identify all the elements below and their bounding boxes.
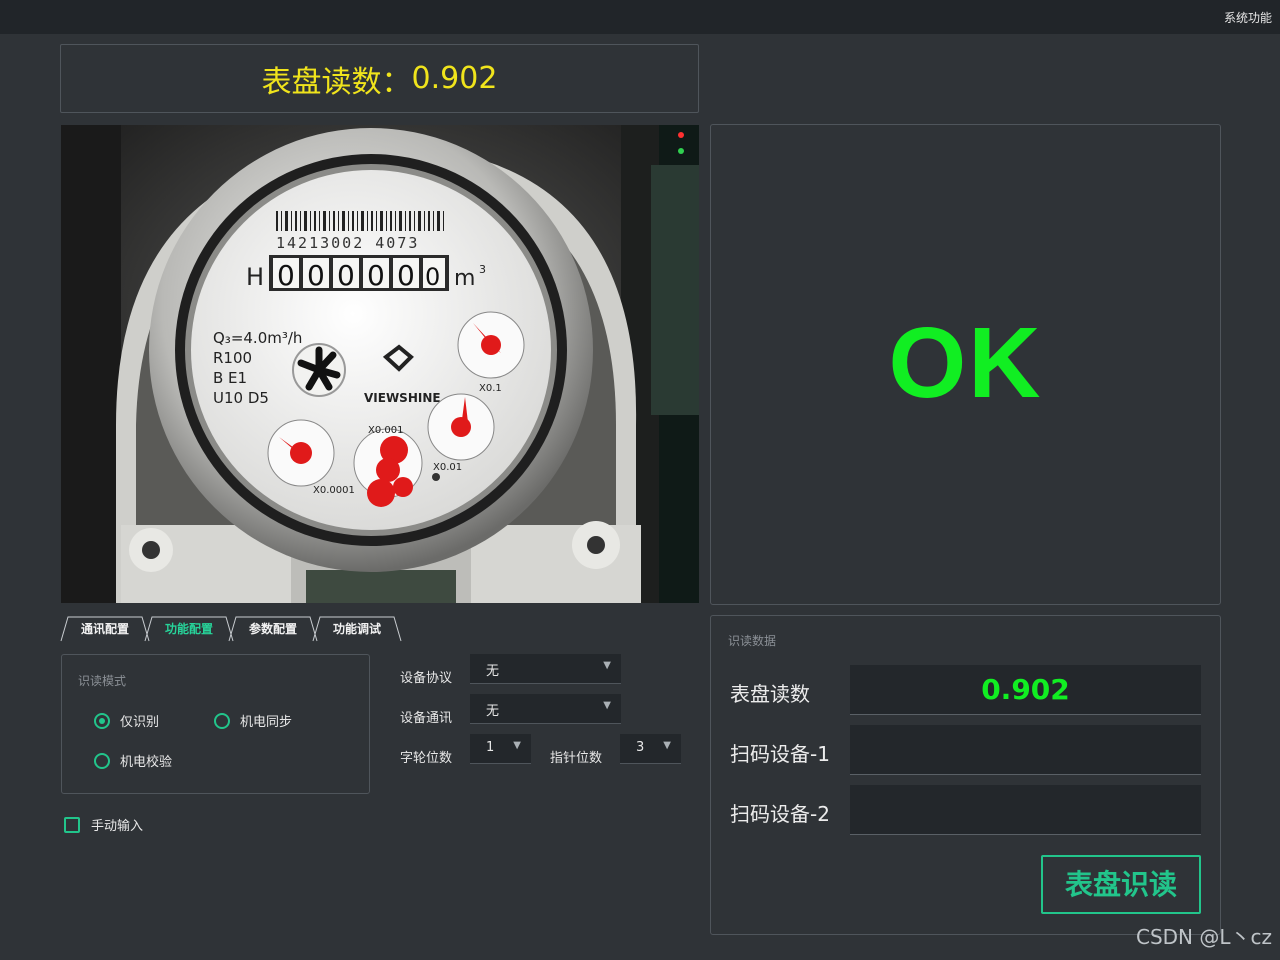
scanner-1-label: 扫码设备-1 [730,742,830,766]
radio-recognize-only-label: 仅识别 [120,715,160,730]
reading-data-panel: 识读数据 表盘读数 0.902 扫码设备-1 扫码设备-2 表盘识读 [710,615,1221,935]
protocol-select[interactable]: 无 ▼ [470,654,621,684]
radio-checked-icon [94,712,110,729]
reading-banner: 表盘读数： 0.902 [60,44,699,113]
radio-recognize-only[interactable]: 仅识别 [94,711,159,730]
scanner-1-field[interactable] [850,725,1201,775]
meter-digit-1: 0 [277,259,295,292]
radio-electromech-sync-label: 机电同步 [240,715,293,730]
meter-digit-4: 0 [367,259,385,292]
meter-spec-class: B E1 [213,369,247,387]
reading-banner-value: 0.902 [411,61,498,96]
dial-reading-field[interactable]: 0.902 [850,665,1201,715]
comm-label: 设备通讯 [400,711,453,726]
tab-param-config-label: 参数配置 [248,622,297,636]
meter-unit: m [454,266,475,291]
system-functions-menu[interactable]: 系统功能 [1224,9,1272,26]
top-bar: 系统功能 [0,0,1280,34]
dial-reading-label: 表盘读数 [730,682,810,706]
meter-spec-install: U10 D5 [213,389,269,407]
radio-electromech-verify[interactable]: 机电校验 [94,751,172,770]
wheel-digits-value: 1 [486,740,495,755]
meter-digit-5: 0 [397,259,415,292]
water-meter-image: 14213002 4073 H 0 0 0 0 0 0 m 3 Q₃=4.0m³… [61,125,699,603]
radio-unchecked-icon [214,712,230,729]
tab-function-debug[interactable]: 功能调试 [312,616,402,642]
tab-function-config-label: 功能配置 [164,622,213,636]
meter-spec-flow: Q₃=4.0m³/h [213,329,302,347]
radio-electromech-verify-label: 机电校验 [120,755,173,770]
dial-label-0-0001: X0.0001 [313,485,355,496]
chevron-down-icon: ▼ [513,740,521,751]
radio-unchecked-icon [94,752,110,769]
wheel-digits-label: 字轮位数 [400,751,453,766]
meter-counter-prefix: H [246,263,264,291]
chevron-down-icon: ▼ [603,660,611,671]
pointer-digits-value: 3 [636,740,645,755]
tab-param-config[interactable]: 参数配置 [228,616,318,642]
manual-input-label: 手动输入 [91,819,144,834]
scanner-2-field[interactable] [850,785,1201,835]
checkbox-icon [64,816,80,833]
dial-label-0-1: X0.1 [479,383,502,394]
protocol-label: 设备协议 [400,671,453,686]
chevron-down-icon: ▼ [663,740,671,751]
dial-read-button[interactable]: 表盘识读 [1041,855,1201,914]
meter-unit-sup: 3 [479,263,486,276]
dial-label-0-01: X0.01 [433,462,462,473]
manual-input-checkbox[interactable]: 手动输入 [64,815,143,834]
tab-comm-config-label: 通讯配置 [80,622,129,636]
result-status: OK [888,307,1043,419]
meter-digit-6: 0 [425,263,440,291]
meter-digit-3: 0 [337,259,355,292]
reading-banner-label: 表盘读数： [261,64,412,100]
comm-value: 无 [486,704,500,719]
meter-serial: 14213002 4073 [276,234,419,252]
meter-brand: VIEWSHINE [364,391,441,405]
scanner-2-label: 扫码设备-2 [730,802,830,826]
meter-spec-ratio: R100 [213,349,252,367]
radio-electromech-sync[interactable]: 机电同步 [214,711,292,730]
pointer-digits-select[interactable]: 3 ▼ [620,734,681,764]
tab-comm-config[interactable]: 通讯配置 [60,616,150,642]
dial-reading-value: 0.902 [981,673,1070,706]
meter-digit-2: 0 [307,259,325,292]
tab-function-config[interactable]: 功能配置 [144,616,234,642]
result-panel: OK [710,124,1221,605]
comm-select[interactable]: 无 ▼ [470,694,621,724]
reading-mode-group: 识读模式 仅识别 机电同步 机电校验 [61,654,370,794]
watermark: CSDN @L丶cz [1135,925,1272,949]
dial-label-0-001: X0.001 [368,425,403,436]
tab-function-debug-label: 功能调试 [332,622,381,636]
chevron-down-icon: ▼ [603,700,611,711]
camera-view: 14213002 4073 H 0 0 0 0 0 0 m 3 Q₃=4.0m³… [61,125,699,603]
protocol-value: 无 [486,664,500,679]
wheel-digits-select[interactable]: 1 ▼ [470,734,531,764]
pointer-digits-label: 指针位数 [550,751,603,766]
reading-mode-title: 识读模式 [78,674,127,688]
reading-data-title: 识读数据 [728,634,777,648]
